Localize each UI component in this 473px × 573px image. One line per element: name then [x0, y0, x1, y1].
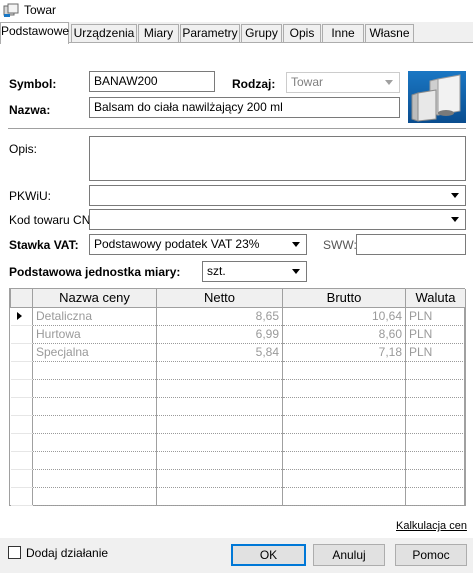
- rodzaj-select[interactable]: Towar: [286, 72, 400, 93]
- ok-button[interactable]: OK: [231, 544, 306, 566]
- table-row[interactable]: Hurtowa 6,99 8,60 PLN: [10, 325, 466, 344]
- chevron-down-icon: [385, 80, 393, 85]
- empty-row: [10, 415, 466, 434]
- opis-textarea[interactable]: [89, 136, 466, 181]
- tab-opis[interactable]: Opis: [283, 24, 321, 43]
- section-divider: [8, 128, 466, 129]
- rodzaj-label: Rodzaj:: [232, 77, 276, 91]
- sww-input[interactable]: [356, 234, 466, 255]
- price-table: Nazwa ceny Netto Brutto Waluta Detaliczn…: [10, 289, 466, 506]
- empty-row: [10, 469, 466, 488]
- symbol-label: Symbol:: [9, 77, 57, 91]
- kod-cn-select[interactable]: [89, 209, 466, 230]
- cell-netto[interactable]: 5,84: [156, 343, 283, 362]
- tab-inne[interactable]: Inne: [322, 24, 364, 43]
- column-header-waluta[interactable]: Waluta: [405, 289, 466, 308]
- price-table-header: Nazwa ceny Netto Brutto Waluta: [10, 289, 466, 308]
- row-indicator: [10, 307, 33, 326]
- sww-label: SWW:: [323, 238, 357, 252]
- cell-netto[interactable]: 8,65: [156, 307, 283, 326]
- stawka-vat-label: Stawka VAT:: [9, 238, 79, 252]
- tab-strip: Podstawowe Urządzenia Miary Parametry Gr…: [0, 22, 473, 44]
- cell-nazwa[interactable]: Specjalna: [32, 343, 157, 362]
- stawka-vat-select[interactable]: Podstawowy podatek VAT 23%: [89, 234, 307, 255]
- jednostka-select[interactable]: szt.: [202, 261, 307, 282]
- empty-row: [10, 361, 466, 380]
- empty-row: [10, 397, 466, 416]
- dodaj-dzialanie-label[interactable]: Dodaj działanie: [26, 546, 108, 560]
- chevron-down-icon: [451, 193, 459, 198]
- table-row[interactable]: Detaliczna 8,65 10,64 PLN: [10, 307, 466, 326]
- column-header-brutto[interactable]: Brutto: [282, 289, 406, 308]
- cancel-button[interactable]: Anuluj: [313, 544, 385, 566]
- nazwa-input[interactable]: Balsam do ciała nawilżający 200 ml: [89, 97, 400, 118]
- column-header-netto[interactable]: Netto: [156, 289, 283, 308]
- cell-nazwa[interactable]: Hurtowa: [32, 325, 157, 344]
- empty-row: [10, 433, 466, 452]
- cell-brutto[interactable]: 7,18: [282, 343, 406, 362]
- empty-row: [10, 451, 466, 470]
- cell-waluta[interactable]: PLN: [405, 343, 466, 362]
- window-title: Towar: [24, 3, 57, 17]
- title-bar: Towar: [0, 0, 473, 22]
- tab-podstawowe[interactable]: Podstawowe: [0, 22, 69, 44]
- symbol-input[interactable]: BANAW200: [89, 71, 215, 92]
- opis-label: Opis:: [9, 142, 38, 156]
- column-header-nazwa[interactable]: Nazwa ceny: [32, 289, 157, 308]
- pkwiu-select[interactable]: [89, 185, 466, 206]
- cell-netto[interactable]: 6,99: [156, 325, 283, 344]
- rodzaj-value: Towar: [291, 75, 324, 89]
- box-icon: [3, 3, 19, 17]
- row-indicator-header: [10, 289, 33, 308]
- row-indicator: [10, 325, 33, 344]
- kalkulacja-cen-link[interactable]: Kalkulacja cen: [396, 520, 467, 532]
- stawka-vat-value: Podstawowy podatek VAT 23%: [94, 237, 260, 251]
- tab-wlasne[interactable]: Własne: [365, 24, 414, 43]
- current-row-arrow-icon: [16, 312, 22, 320]
- product-image[interactable]: [408, 71, 466, 123]
- cell-waluta[interactable]: PLN: [405, 307, 466, 326]
- cell-nazwa[interactable]: Detaliczna: [32, 307, 157, 326]
- price-grid: Nazwa ceny Netto Brutto Waluta Detaliczn…: [9, 288, 466, 506]
- cell-waluta[interactable]: PLN: [405, 325, 466, 344]
- dodaj-dzialanie-checkbox[interactable]: [8, 546, 21, 559]
- kod-cn-label: Kod towaru CN:: [9, 213, 94, 227]
- cell-brutto[interactable]: 8,60: [282, 325, 406, 344]
- row-indicator: [10, 343, 33, 362]
- pkwiu-label: PKWiU:: [9, 189, 51, 203]
- chevron-down-icon: [292, 242, 300, 247]
- tab-parametry[interactable]: Parametry: [180, 24, 240, 43]
- jednostka-label: Podstawowa jednostka miary:: [9, 265, 181, 279]
- tab-miary[interactable]: Miary: [138, 24, 179, 43]
- help-button[interactable]: Pomoc: [395, 544, 467, 566]
- table-row[interactable]: Specjalna 5,84 7,18 PLN: [10, 343, 466, 362]
- product-boxes-icon: [411, 74, 461, 122]
- tab-urzadzenia[interactable]: Urządzenia: [71, 24, 137, 43]
- nazwa-label: Nazwa:: [9, 103, 51, 117]
- jednostka-value: szt.: [207, 264, 226, 278]
- chevron-down-icon: [451, 217, 459, 222]
- chevron-down-icon: [292, 269, 300, 274]
- tab-grupy[interactable]: Grupy: [241, 24, 282, 43]
- cell-brutto[interactable]: 10,64: [282, 307, 406, 326]
- empty-row: [10, 379, 466, 398]
- empty-row: [10, 487, 466, 506]
